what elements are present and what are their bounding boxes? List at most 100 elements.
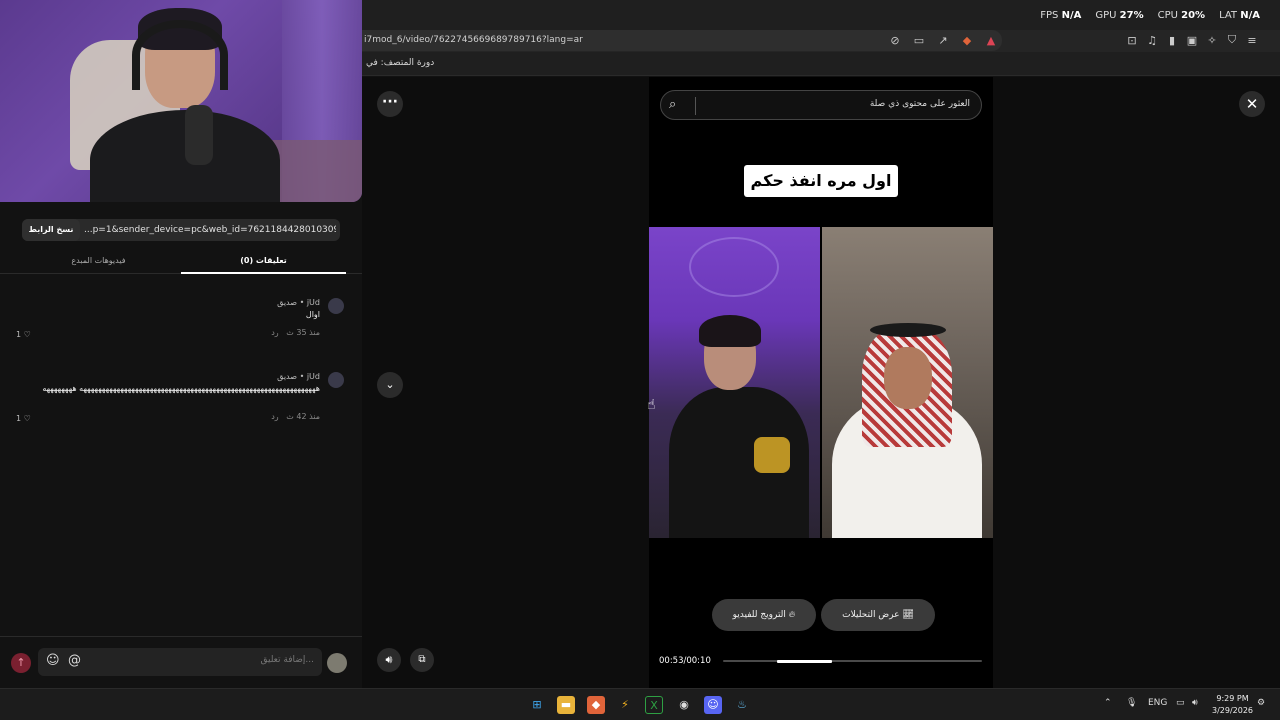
taskbar-clock[interactable]: 9:29 PM 3/29/2026 — [1212, 693, 1253, 717]
tray-overflow-icon[interactable]: ⌃ — [1104, 698, 1112, 708]
share-icon[interactable]: ↗ — [936, 33, 950, 47]
left-person-hair — [699, 315, 761, 347]
address-bar-icons: ⊘ ▭ ↗ ◆ ▲ — [888, 33, 998, 47]
related-search-text: العثور على محتوى ذي صلة — [869, 99, 970, 109]
flame-icon: 🔥︎ — [788, 610, 796, 620]
app-icon[interactable]: ⚡ — [616, 696, 634, 714]
webcam-microphone — [185, 105, 213, 165]
excel-icon[interactable]: X — [645, 696, 663, 714]
close-icon[interactable]: ✕ — [1239, 91, 1265, 117]
video-player[interactable]: ⌕ العثور على محتوى ذي صلة اول مره انفذ ح… — [649, 77, 993, 688]
video-caption: اول مره انفذ حكم — [744, 165, 898, 197]
toolbar-icons: ⊡ ♫ ▮ ▣ ✧ ⛉ ≡ — [1125, 33, 1259, 47]
comment-author[interactable]: صديق • jUd — [277, 372, 320, 381]
volume-icon[interactable]: 🔊︎ — [377, 648, 401, 672]
more-icon[interactable]: ··· — [377, 91, 403, 117]
sidebar-icon[interactable]: ▮ — [1165, 33, 1179, 47]
windows-taskbar: ⊞ ▬ ◆ ⚡ X ◉ ☺ ♨ ⌃ 🎙︎ ENG ▭ 🔊︎ 9:29 PM 3/… — [0, 688, 1280, 720]
notifications-icon[interactable]: ⚙ — [1257, 698, 1265, 708]
comment-text: اوال — [305, 310, 320, 319]
chart-icon: 📈︎ — [902, 610, 914, 620]
speaker-icon[interactable]: 🔊︎ — [1192, 698, 1198, 708]
right-person-face — [884, 347, 932, 409]
commenter-avatar[interactable] — [328, 298, 344, 314]
brave-browser-icon[interactable]: ◆ — [587, 696, 605, 714]
vpn-icon[interactable]: ⛉ — [1225, 33, 1239, 47]
video-time: 00:53/00:10 — [659, 656, 711, 666]
at-icon[interactable]: @ — [68, 653, 81, 668]
bookmarks-bar: دورة المتصف: في — [362, 52, 1280, 76]
screenshot-icon[interactable]: ⊡ — [1125, 33, 1139, 47]
reply-button[interactable]: رد — [271, 328, 278, 337]
rewards-icon[interactable]: ▲ — [984, 33, 998, 47]
network-icon[interactable]: ▭ — [1176, 698, 1185, 708]
search-divider — [695, 97, 696, 115]
webcam-overlay — [0, 0, 362, 202]
like-button[interactable]: 1 ♡ — [16, 414, 31, 423]
comment-input[interactable]: ☺ @ إضافة تعليق... — [38, 648, 322, 676]
fps-stat: FPS N/A — [1040, 10, 1082, 21]
wallet-icon[interactable]: ▣ — [1185, 33, 1199, 47]
promote-video-button[interactable]: الترويج للفيديو 🔥︎ — [712, 599, 816, 631]
microphone-icon[interactable]: 🎙︎ — [1126, 698, 1137, 708]
search-icon[interactable]: ⌕ — [669, 97, 676, 112]
related-search-box[interactable]: ⌕ العثور على محتوى ذي صلة — [660, 90, 982, 120]
ceiling-ornament — [689, 237, 779, 297]
cast-icon[interactable]: ▭ — [912, 33, 926, 47]
picture-in-picture-icon[interactable]: ⧉ — [410, 648, 434, 672]
panel-tabs: (0) تعليقات فيديوهات المبدع — [0, 250, 362, 274]
video-progress-bar[interactable] — [723, 660, 982, 663]
windows-start-icon[interactable]: ⊞ — [528, 696, 546, 714]
like-count: 1 — [16, 414, 22, 423]
lat-stat: LAT N/A — [1219, 10, 1260, 21]
comment-author[interactable]: صديق • jUd — [277, 298, 320, 307]
emoji-icon[interactable]: ☺ — [46, 653, 60, 668]
heart-icon: ♡ — [23, 414, 31, 423]
copy-link-button[interactable]: نسخ الرابط — [22, 219, 80, 241]
steam-icon[interactable]: ♨ — [733, 696, 751, 714]
no-tracking-icon[interactable]: ⊘ — [888, 33, 902, 47]
bookmark-item[interactable]: دورة المتصف: في — [366, 58, 434, 68]
send-icon[interactable]: ↑ — [11, 653, 31, 673]
video-viewer: ··· ⌄ 🔊︎ ⧉ ✕ ⌕ العثور على محتوى ذي صلة ا… — [362, 77, 1280, 688]
user-avatar[interactable] — [327, 653, 347, 673]
right-person-agal — [870, 323, 946, 337]
promote-label: الترويج للفيديو — [732, 610, 786, 620]
like-button[interactable]: 1 ♡ — [16, 330, 31, 339]
comment-text: هههههههههههههههههههههههههههههههههههههههه… — [42, 384, 320, 393]
analytics-label: عرض التحليلات — [842, 610, 900, 620]
webcam-headset — [132, 20, 228, 90]
reply-button[interactable]: رد — [271, 412, 278, 421]
share-link-text: ...p=1&sender_device=pc&web_id=762118442… — [84, 225, 336, 235]
like-count: 1 — [16, 330, 22, 339]
language-indicator[interactable]: ENG — [1148, 698, 1167, 708]
obs-icon[interactable]: ◉ — [675, 696, 693, 714]
heart-icon: ♡ — [23, 330, 31, 339]
discord-icon[interactable]: ☺ — [704, 696, 722, 714]
clock-time: 9:29 PM — [1216, 694, 1249, 703]
commenter-avatar[interactable] — [328, 372, 344, 388]
share-link-row: نسخ الرابط ...p=1&sender_device=pc&web_i… — [22, 219, 340, 241]
menu-icon[interactable]: ≡ — [1245, 33, 1259, 47]
mouse-cursor-icon: ☝ — [647, 397, 656, 413]
chevron-down-icon[interactable]: ⌄ — [377, 372, 403, 398]
comment-input-bar: ↑ ☺ @ إضافة تعليق... — [0, 636, 362, 688]
comment-meta: منذ 35 ث رد — [271, 328, 320, 337]
performance-overlay: FPS N/A GPU 27% CPU 20% LAT N/A — [1040, 10, 1260, 21]
tab-creator-videos[interactable]: فيديوهات المبدع — [16, 250, 181, 274]
music-icon[interactable]: ♫ — [1145, 33, 1159, 47]
comment-time: منذ 42 ث — [286, 412, 320, 421]
comment-meta: منذ 42 ث رد — [271, 412, 320, 421]
clock-date: 3/29/2026 — [1212, 706, 1254, 715]
leo-ai-icon[interactable]: ✧ — [1205, 33, 1219, 47]
brave-shield-icon[interactable]: ◆ — [960, 33, 974, 47]
file-explorer-icon[interactable]: ▬ — [557, 696, 575, 714]
video-progress-fill — [777, 660, 832, 663]
cpu-stat: CPU 20% — [1157, 10, 1206, 21]
tab-comments[interactable]: (0) تعليقات — [181, 250, 346, 274]
video-left-frame — [649, 227, 820, 538]
video-right-frame — [822, 227, 993, 538]
view-analytics-button[interactable]: عرض التحليلات 📈︎ — [821, 599, 935, 631]
screen: FPS N/A GPU 27% CPU 20% LAT N/A i7mod_6/… — [0, 0, 1280, 720]
comments-panel: نسخ الرابط ...p=1&sender_device=pc&web_i… — [0, 200, 362, 688]
